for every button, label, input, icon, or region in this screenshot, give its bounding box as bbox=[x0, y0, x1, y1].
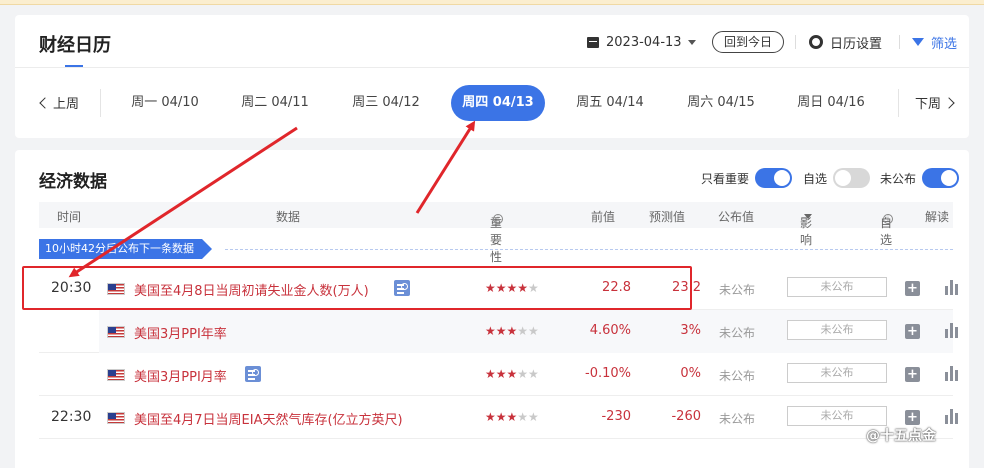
tab-day-fri[interactable]: 周五 04/14 bbox=[563, 85, 657, 121]
toggle-unpublished[interactable]: 未公布 bbox=[880, 168, 960, 188]
calendar-settings-button[interactable]: 日历设置 bbox=[809, 32, 882, 52]
us-flag-icon bbox=[107, 369, 125, 381]
prev-week-button[interactable]: 上周 bbox=[39, 93, 80, 112]
filter-label: 筛选 bbox=[931, 36, 958, 52]
gear-icon bbox=[809, 35, 823, 49]
col-time: 时间 bbox=[57, 210, 82, 224]
tab-day-sun[interactable]: 周日 04/16 bbox=[784, 85, 878, 121]
row-actual: 未公布 bbox=[719, 412, 756, 426]
toggle-switch-on[interactable] bbox=[755, 168, 793, 188]
toggle-switch-off[interactable] bbox=[833, 168, 871, 188]
notice-strip bbox=[0, 0, 984, 5]
table-row: 美国3月PPI年率 ★★★★★ 4.60% 3% 未公布 未公布 + bbox=[39, 310, 958, 353]
prev-week-label: 上周 bbox=[53, 97, 80, 112]
section-title: 经济数据 bbox=[39, 172, 107, 192]
table-row: 美国3月PPI月率 ★★★★★ -0.10% 0% 未公布 未公布 + bbox=[39, 353, 958, 396]
us-flag-icon bbox=[107, 326, 125, 338]
toggle-switch-on[interactable] bbox=[922, 168, 960, 188]
add-watch-button[interactable]: + bbox=[905, 281, 920, 296]
settings-label: 日历设置 bbox=[830, 36, 883, 52]
row-previous: -0.10% bbox=[585, 366, 631, 381]
add-watch-button[interactable]: + bbox=[905, 324, 920, 339]
divider bbox=[100, 89, 101, 117]
tab-day-wed[interactable]: 周三 04/12 bbox=[339, 85, 433, 121]
bar-chart-icon[interactable] bbox=[945, 280, 959, 295]
toggle-unpublished-label: 未公布 bbox=[880, 171, 917, 186]
chevron-down-icon bbox=[687, 39, 696, 45]
watermark: @十五点金 bbox=[866, 428, 936, 444]
calendar-icon bbox=[587, 36, 599, 48]
timeline-divider bbox=[225, 249, 953, 250]
tab-day-thu[interactable]: 周四 04/13 bbox=[451, 85, 545, 121]
next-week-label: 下周 bbox=[915, 97, 942, 112]
col-forecast: 预测值 bbox=[649, 210, 686, 224]
row-indicator-link[interactable]: 美国3月PPI年率 bbox=[134, 323, 227, 342]
divider bbox=[898, 89, 899, 117]
row-indicator-link[interactable]: 美国至4月7日当周EIA天然气库存(亿立方英尺) bbox=[134, 409, 403, 428]
row-impact: 未公布 bbox=[787, 363, 887, 383]
tab-day-tue[interactable]: 周二 04/11 bbox=[228, 85, 322, 121]
bar-chart-icon[interactable] bbox=[945, 366, 959, 381]
col-impact-label: 影响 bbox=[800, 216, 813, 247]
tab-day-sat[interactable]: 周六 04/15 bbox=[674, 85, 768, 121]
row-previous: 4.60% bbox=[589, 323, 631, 338]
importance-stars: ★★★★★ bbox=[485, 367, 539, 381]
tab-day-mon[interactable]: 周一 04/10 bbox=[118, 85, 212, 121]
date-value: 2023-04-13 bbox=[606, 34, 682, 50]
table-row: 22:30 美国至4月7日当周EIA天然气库存(亿立方英尺) ★★★★★ -23… bbox=[39, 396, 958, 439]
today-button[interactable]: 回到今日 bbox=[712, 31, 784, 53]
divider bbox=[899, 35, 900, 49]
row-forecast: 3% bbox=[680, 323, 701, 338]
bar-chart-icon[interactable] bbox=[945, 323, 959, 338]
info-icon[interactable]: i bbox=[883, 214, 893, 224]
info-icon[interactable]: i bbox=[493, 214, 503, 224]
row-impact: 未公布 bbox=[787, 406, 887, 426]
table-header: 时间 数据 重要性 i 前值 预测值 公布值 影响 自选 i 解读 bbox=[39, 202, 953, 264]
add-watch-button[interactable]: + bbox=[905, 367, 920, 382]
filter-button[interactable]: 筛选 bbox=[912, 32, 957, 52]
bar-chart-icon[interactable] bbox=[945, 409, 959, 424]
toggle-important[interactable]: 只看重要 bbox=[701, 168, 793, 188]
col-data: 数据 bbox=[276, 210, 301, 224]
add-watch-button[interactable]: + bbox=[905, 410, 920, 425]
chevron-left-icon bbox=[39, 96, 51, 109]
importance-stars: ★★★★★ bbox=[485, 324, 539, 338]
week-selector: 上周 周一 04/10 周二 04/11 周三 04/12 周四 04/13 周… bbox=[15, 85, 969, 121]
row-impact: 未公布 bbox=[787, 320, 887, 340]
toggle-custom[interactable]: 自选 bbox=[803, 168, 871, 188]
toggle-custom-label: 自选 bbox=[803, 171, 828, 186]
page-title: 财经日历 bbox=[39, 35, 111, 56]
row-impact: 未公布 bbox=[787, 277, 887, 297]
divider bbox=[795, 35, 796, 49]
row-actual: 未公布 bbox=[719, 369, 756, 383]
row-forecast: -260 bbox=[671, 409, 701, 424]
next-week-button[interactable]: 下周 bbox=[915, 93, 955, 112]
report-doc-icon[interactable] bbox=[245, 366, 261, 382]
col-actual: 公布值 bbox=[718, 210, 755, 224]
us-flag-icon bbox=[107, 412, 125, 424]
row-time: 22:30 bbox=[51, 409, 92, 425]
row-indicator-link[interactable]: 美国3月PPI月率 bbox=[134, 366, 227, 385]
col-explain: 解读 bbox=[925, 210, 950, 224]
chevron-down-icon bbox=[804, 214, 812, 219]
toggle-important-label: 只看重要 bbox=[701, 171, 750, 186]
annotation-highlight-box bbox=[22, 266, 692, 310]
importance-stars: ★★★★★ bbox=[485, 410, 539, 424]
row-forecast: 0% bbox=[680, 366, 701, 381]
filter-icon bbox=[912, 38, 924, 46]
header-divider bbox=[15, 67, 969, 68]
col-previous: 前值 bbox=[591, 210, 616, 224]
row-actual: 未公布 bbox=[719, 326, 756, 340]
next-release-banner: 10小时42分后公布下一条数据 bbox=[39, 239, 212, 259]
date-picker[interactable]: 2023-04-13 bbox=[587, 32, 696, 52]
row-previous: -230 bbox=[601, 409, 631, 424]
chevron-right-icon bbox=[943, 96, 955, 109]
row-actual: 未公布 bbox=[719, 283, 756, 297]
calendar-header-card: 财经日历 2023-04-13 回到今日 日历设置 筛选 上周 周一 04/10… bbox=[15, 15, 969, 138]
